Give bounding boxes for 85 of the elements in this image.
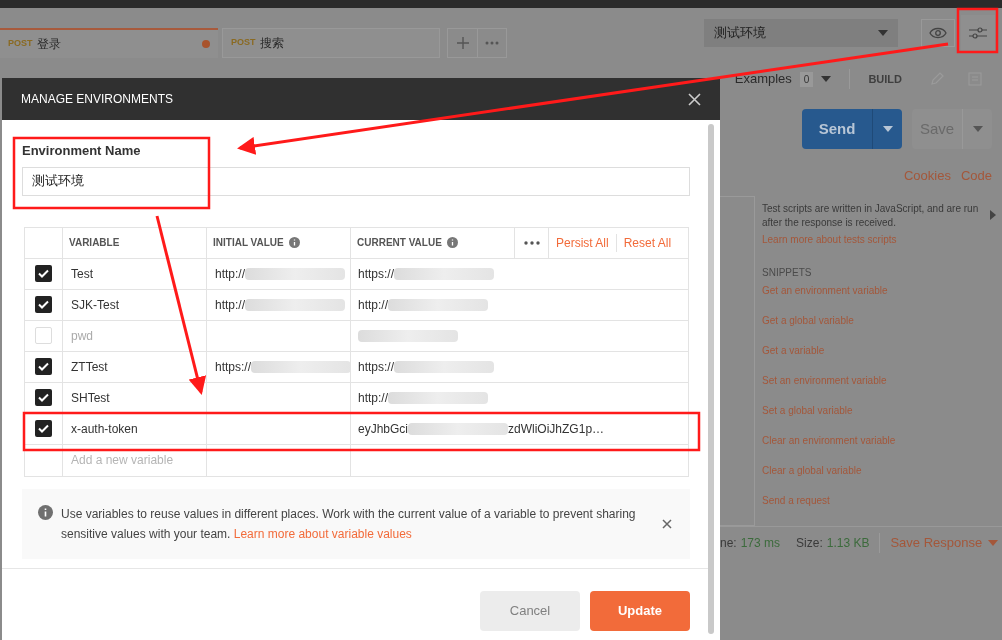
value-text: https:// — [358, 358, 395, 376]
size-label: Size: — [796, 534, 823, 552]
caret-icon — [988, 539, 999, 546]
snippet-link[interactable]: Get a global variable — [762, 314, 996, 327]
checkbox[interactable] — [35, 358, 52, 375]
checkbox[interactable] — [35, 327, 52, 344]
highlight-frame — [956, 7, 999, 54]
info-text: Use variables to reuse values in different places. Work with the current value of a variable to prevent sharing sensitive values with your team. Learn more about variable values — [61, 505, 637, 543]
method-label: POST — [8, 37, 33, 51]
snippet-link[interactable]: Get a variable — [762, 344, 996, 357]
close-icon[interactable] — [662, 518, 672, 529]
dialog-title: MANAGE ENVIRONMENTS — [21, 91, 173, 108]
snippet-link[interactable]: Set an environment variable — [762, 374, 996, 387]
build-label[interactable]: BUILD — [868, 70, 902, 88]
value-text: eyJhbGci — [358, 420, 409, 438]
save-response-button[interactable]: Save Response — [890, 532, 999, 553]
time-value: 173 ms — [740, 534, 781, 552]
snippet-link[interactable]: Clear an environment variable — [762, 434, 996, 447]
eye-icon — [929, 27, 947, 39]
value-text: zdWliOiJhZG1p… — [508, 420, 605, 438]
check-icon — [38, 362, 49, 371]
request-tab[interactable]: POST 搜索 — [222, 28, 440, 58]
variable-name: x-auth-token — [71, 420, 138, 438]
header-link[interactable]: Code — [960, 166, 992, 196]
snippet-link[interactable]: Send a request — [762, 494, 996, 507]
environment-dropdown[interactable]: 测试环境 — [704, 19, 898, 47]
examples-count: 0 — [799, 71, 814, 87]
column-header: CURRENT VALUE — [357, 236, 442, 250]
header-link[interactable]: Cookies — [903, 166, 951, 196]
snippets-heading: SNIPPETS — [762, 266, 813, 280]
variable-name: ZTTest — [71, 358, 108, 376]
tests-learn-link[interactable]: Learn more about tests scripts — [762, 232, 996, 247]
checkbox[interactable] — [35, 389, 52, 406]
value-text: https:// — [358, 265, 395, 283]
settings-button[interactable] — [961, 15, 995, 51]
caret-icon — [821, 76, 832, 82]
caret-icon — [972, 126, 983, 132]
value-text: http:// — [358, 296, 389, 314]
scrollbar-thumb[interactable] — [708, 124, 714, 634]
persist-all-button[interactable]: Persist All — [549, 233, 617, 252]
tab-title: 登录 — [36, 36, 61, 53]
variable-name: pwd — [71, 327, 93, 345]
tab-title: 搜索 — [259, 35, 284, 52]
info-icon — [446, 237, 458, 248]
size-value: 1.13 KB — [826, 534, 870, 552]
cancel-button[interactable]: Cancel — [480, 590, 580, 631]
request-tab[interactable]: POST 登录 — [0, 28, 218, 58]
checkbox[interactable] — [35, 296, 52, 313]
tests-help-text: Test scripts are written in JavaScript, and are run after the response is received. — [762, 202, 980, 230]
expand-icon[interactable] — [990, 210, 996, 220]
check-icon — [38, 393, 49, 402]
eye-button[interactable] — [921, 19, 955, 47]
value-text: http:// — [215, 265, 246, 283]
value-text: http:// — [215, 296, 246, 314]
time-label: ne: — [720, 534, 737, 552]
snippet-link[interactable]: Get an environment variable — [762, 284, 996, 297]
environment-name-field[interactable]: 测试环境 — [22, 166, 690, 196]
field-label: Environment Name — [22, 142, 142, 160]
method-label: POST — [231, 36, 256, 50]
plus-icon — [456, 37, 469, 49]
column-header: INITIAL VALUE — [213, 236, 284, 250]
variable-name: Test — [71, 265, 93, 283]
variable-name: SHTest — [71, 389, 110, 407]
more-icon — [485, 41, 499, 45]
more-icon — [523, 240, 540, 245]
variable-name: SJK-Test — [71, 296, 119, 314]
check-icon — [38, 269, 49, 278]
snippet-link[interactable]: Set a global variable — [762, 404, 996, 417]
checkbox[interactable] — [35, 265, 52, 282]
checkbox[interactable] — [35, 420, 52, 437]
column-header: VARIABLE — [69, 236, 120, 250]
info-icon — [288, 237, 300, 248]
check-icon — [38, 300, 49, 309]
value-text: https:// — [215, 358, 252, 376]
caret-icon — [882, 126, 893, 132]
value-text: http:// — [358, 389, 389, 407]
caret-icon — [878, 30, 888, 36]
update-button[interactable]: Update — [590, 590, 690, 631]
new-variable-field[interactable]: Add a new variable — [71, 451, 198, 469]
reset-all-button[interactable]: Reset All — [616, 233, 679, 252]
snippet-link[interactable]: Clear a global variable — [762, 464, 996, 477]
check-icon — [38, 424, 49, 433]
info-icon — [38, 504, 53, 520]
learn-more-link[interactable]: Learn more about variable values — [233, 526, 412, 541]
sliders-icon — [969, 26, 987, 40]
